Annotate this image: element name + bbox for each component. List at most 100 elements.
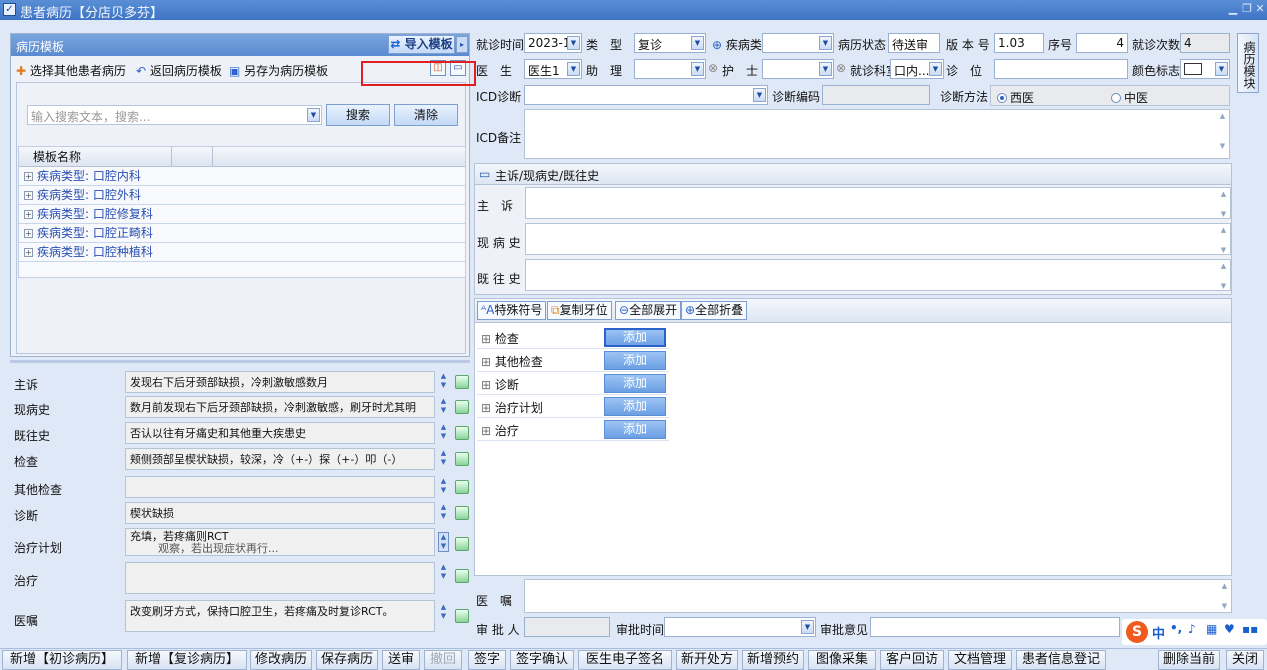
clear-assistant-icon[interactable]: ⊗ xyxy=(708,61,718,75)
scroll-icon[interactable]: ▲ ▼ xyxy=(1218,225,1229,255)
insert-icon[interactable] xyxy=(455,480,469,494)
patient-info-button[interactable]: 患者信息登记 xyxy=(1016,650,1106,670)
insert-icon[interactable] xyxy=(455,609,469,623)
keyboard-icon[interactable]: ▦ xyxy=(1206,622,1217,636)
maximize-icon[interactable]: ❐ xyxy=(1241,2,1253,16)
save-record-button[interactable]: 保存病历 xyxy=(316,650,378,670)
department-select[interactable]: 口内... ▼ xyxy=(890,59,944,79)
search-dropdown-icon[interactable]: ▼ xyxy=(307,108,320,122)
present-illness-textarea[interactable]: ▲ ▼ xyxy=(525,223,1231,255)
advice-textarea[interactable]: ▲ ▼ xyxy=(524,579,1232,613)
scroll-icon[interactable]: ▲ ▼ xyxy=(1218,189,1229,219)
skin-icon[interactable]: ♥ xyxy=(1224,622,1235,636)
expand-all-button[interactable]: ⊖全部展开 xyxy=(615,301,682,320)
icd-diagnosis-select[interactable]: ▼ xyxy=(524,85,768,105)
save-as-template-button[interactable]: ▣ 另存为病历模板 xyxy=(229,62,328,79)
dropdown-icon[interactable]: ▼ xyxy=(1215,62,1228,76)
insert-icon[interactable] xyxy=(455,537,469,551)
collapse-all-button[interactable]: ⊕全部折叠 xyxy=(681,301,748,320)
sequence-field[interactable]: 4 xyxy=(1076,33,1128,53)
new-first-visit-button[interactable]: 新增【初诊病历】 xyxy=(2,650,122,670)
spin-icon[interactable]: ▲ ▼ xyxy=(438,503,449,523)
ime-language[interactable]: 中 xyxy=(1152,623,1165,642)
dropdown-icon[interactable]: ▼ xyxy=(691,36,704,50)
add-button[interactable]: 添加 xyxy=(604,374,666,393)
sign-confirm-button[interactable]: 签字确认 xyxy=(510,650,574,670)
minimize-icon[interactable]: ▁ xyxy=(1227,2,1239,16)
submit-review-button[interactable]: 送审 xyxy=(382,650,420,670)
treatment-value[interactable] xyxy=(125,562,435,594)
color-select[interactable]: ▼ xyxy=(1180,59,1230,79)
tree-row[interactable]: + 疾病类型: 口腔种植科 xyxy=(19,243,465,262)
collapse-section-icon[interactable]: ▭ xyxy=(479,167,490,181)
expand-icon[interactable]: ⊞ xyxy=(481,355,491,369)
splitter[interactable] xyxy=(10,360,470,363)
add-button[interactable]: 添加 xyxy=(604,397,666,416)
sign-button[interactable]: 签字 xyxy=(468,650,506,670)
insert-icon[interactable] xyxy=(455,426,469,440)
expand-icon[interactable]: ⊞ xyxy=(481,332,491,346)
dropdown-icon[interactable]: ▼ xyxy=(567,62,580,76)
new-prescription-button[interactable]: 新开处方 xyxy=(676,650,738,670)
insert-icon[interactable] xyxy=(455,375,469,389)
type-select[interactable]: 复诊 ▼ xyxy=(634,33,706,53)
toolbox-icon[interactable]: ▪▪ xyxy=(1242,622,1258,636)
expand-icon[interactable]: ⊞ xyxy=(481,401,491,415)
tree-row[interactable]: + 疾病类型: 口腔正畸科 xyxy=(19,224,465,243)
return-template-button[interactable]: ↶ 返回病历模板 xyxy=(136,62,222,79)
tree-row[interactable]: + 疾病类型: 口腔内科 xyxy=(19,167,465,186)
expand-icon[interactable]: + xyxy=(24,191,33,200)
clear-nurse-icon[interactable]: ⊗ xyxy=(836,61,846,75)
expand-icon[interactable]: ⊞ xyxy=(481,378,491,392)
spin-icon[interactable]: ▲ ▼ xyxy=(438,603,449,623)
approval-opinion-field[interactable] xyxy=(870,617,1120,637)
diagnosis-value[interactable]: 楔状缺损 xyxy=(125,502,435,524)
nurse-select[interactable]: ▼ xyxy=(762,59,834,79)
spin-icon[interactable]: ▲ ▼ xyxy=(438,397,449,417)
present-illness-value[interactable]: 数月前发现右下后牙颈部缺损，冷刺激敏感，刷牙时尤其明 xyxy=(125,396,435,418)
special-symbol-button[interactable]: ᴬA特殊符号 xyxy=(477,301,547,320)
scroll-icon[interactable]: ▲ ▼ xyxy=(1218,261,1229,291)
tree-row[interactable]: + 疾病类型: 口腔外科 xyxy=(19,186,465,205)
scroll-icon[interactable]: ▲ ▼ xyxy=(1219,581,1230,611)
icd-note-textarea[interactable]: ▲ ▼ xyxy=(524,109,1230,159)
dropdown-icon[interactable]: ▼ xyxy=(691,62,704,76)
insert-icon[interactable] xyxy=(455,452,469,466)
add-button[interactable]: 添加 xyxy=(604,420,666,439)
customer-followup-button[interactable]: 客户回访 xyxy=(880,650,944,670)
assistant-select[interactable]: ▼ xyxy=(634,59,706,79)
dropdown-icon[interactable]: ▼ xyxy=(819,36,832,50)
expand-icon[interactable]: + xyxy=(24,172,33,181)
insert-icon[interactable] xyxy=(455,400,469,414)
spin-icon[interactable]: ▲ ▼ xyxy=(438,372,449,392)
expand-icon[interactable]: + xyxy=(24,248,33,257)
add-button[interactable]: 添加 xyxy=(604,328,666,347)
punctuation-icon[interactable]: •, xyxy=(1170,621,1182,635)
expand-icon[interactable]: + xyxy=(24,229,33,238)
clear-button[interactable]: 清除 xyxy=(394,104,458,126)
search-button[interactable]: 搜索 xyxy=(326,104,390,126)
dropdown-icon[interactable]: ▼ xyxy=(819,62,832,76)
chief-complaint-textarea[interactable]: ▲ ▼ xyxy=(525,187,1231,219)
add-button[interactable]: 添加 xyxy=(604,351,666,370)
spin-icon[interactable]: ▲ ▼ xyxy=(438,423,449,443)
template-search-input[interactable]: 输入搜索文本，搜索... ▼ xyxy=(27,105,322,125)
western-medicine-radio[interactable]: 西医 xyxy=(997,89,1034,106)
other-exam-value[interactable] xyxy=(125,476,435,498)
past-history-textarea[interactable]: ▲ ▼ xyxy=(525,259,1231,291)
document-management-button[interactable]: 文档管理 xyxy=(948,650,1012,670)
withdraw-button[interactable]: 撤回 xyxy=(424,650,462,670)
approval-time-field[interactable]: ▼ xyxy=(664,617,816,637)
select-other-record-button[interactable]: ✚ 选择其他患者病历 xyxy=(16,62,126,79)
chief-complaint-value[interactable]: 发现右下后牙颈部缺损，冷刺激敏感数月 xyxy=(125,371,435,393)
disease-type-select[interactable]: ▼ xyxy=(762,33,834,53)
chinese-medicine-radio[interactable]: 中医 xyxy=(1111,89,1148,106)
microphone-icon[interactable]: ♪ xyxy=(1188,622,1196,636)
dropdown-icon[interactable]: ▼ xyxy=(801,620,814,634)
new-return-visit-button[interactable]: 新增【复诊病历】 xyxy=(127,650,247,670)
insert-icon[interactable] xyxy=(455,506,469,520)
doctor-select[interactable]: 医生1 ▼ xyxy=(524,59,582,79)
insert-icon[interactable] xyxy=(455,569,469,583)
spin-icon[interactable]: ▲ ▼ xyxy=(438,532,449,552)
panel-collapse-icon[interactable]: ▸ xyxy=(456,36,468,53)
